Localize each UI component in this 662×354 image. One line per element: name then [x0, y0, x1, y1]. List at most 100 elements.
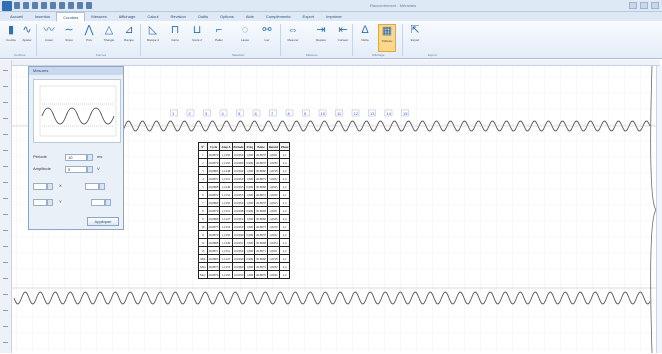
ajuster-button[interactable]: ∿ Ajuster	[18, 24, 36, 52]
x-from-input[interactable]	[33, 183, 47, 190]
tab-r-vision[interactable]: Révision	[164, 12, 191, 21]
period-spinner[interactable]	[87, 154, 93, 161]
tab-imprimer[interactable]: Imprimer	[320, 12, 348, 21]
tableau-button[interactable]: ▦ Tableau	[378, 24, 396, 52]
customize-icon[interactable]	[86, 2, 92, 9]
ribbon-button-label: Pics	[86, 38, 92, 42]
chart-icon: ▮	[7, 24, 15, 36]
x-to-spinner[interactable]	[99, 183, 105, 190]
paste-icon[interactable]	[68, 2, 74, 9]
ribbon-button-label: Lisser	[44, 38, 53, 42]
y-from-spinner[interactable]	[47, 199, 53, 206]
save-icon[interactable]	[14, 2, 20, 9]
palier-button[interactable]: ⌐ Palier	[210, 24, 228, 52]
open-icon[interactable]	[23, 2, 29, 9]
tab-export[interactable]: Export	[297, 12, 321, 21]
table-cell: 12	[198, 238, 208, 247]
marker-label[interactable]: 15	[403, 111, 408, 116]
tab-compl-ments[interactable]: Compléments	[260, 12, 297, 21]
sinus-button[interactable]: ∼ Sinus	[60, 24, 78, 52]
table-cell: 1,0022	[266, 230, 280, 239]
pics-button[interactable]: ⋀ Pics	[80, 24, 98, 52]
tab-aide[interactable]: Aide	[240, 12, 260, 21]
tab-mesures[interactable]: Mesures	[85, 12, 112, 21]
tab-affichage[interactable]: Affichage	[113, 12, 142, 21]
undo-icon[interactable]	[32, 2, 38, 9]
ruler-tick	[3, 150, 8, 151]
table-cell: 20,8069	[254, 206, 268, 215]
table-cell: 2,1	[278, 150, 291, 159]
close-button[interactable]	[651, 2, 659, 9]
redo-icon[interactable]	[41, 2, 47, 9]
y-to-spinner[interactable]	[105, 199, 111, 206]
copy-icon[interactable]	[59, 2, 65, 9]
table-row: 6 26,8872 1,1252 10,0055 1,000 20,8072 1,0020 2…	[198, 190, 291, 199]
tab-accueil[interactable]: Accueil	[4, 12, 29, 21]
table-cell: 1,1247	[219, 254, 233, 263]
amplitude-input[interactable]: 5	[65, 166, 87, 173]
table-cell: Min	[198, 254, 208, 263]
rep-re-button[interactable]: ⇥ Repère	[312, 24, 330, 52]
carr--button[interactable]: ⊓ Carré	[166, 24, 184, 52]
apply-button[interactable]: Appliquer	[87, 217, 119, 226]
rampe-button[interactable]: ⊿ Rampe	[120, 24, 138, 52]
maximize-button[interactable]	[640, 2, 648, 9]
table-row: 9 26,8866 1,1247 10,0052 1,000 20,8066 1,0026 2…	[198, 214, 291, 223]
table-row: 4 26,8871 1,1251 10,0050 1,000 20,8075 1,0022 2…	[198, 174, 291, 183]
table-cell: 1,0023	[266, 198, 280, 207]
mesurer-button[interactable]: ⇔ Mesurer	[284, 24, 302, 52]
export-button[interactable]: ⇱ Export	[406, 24, 424, 52]
x-from-spinner[interactable]	[47, 183, 53, 190]
zoom-icon[interactable]	[77, 2, 83, 9]
x-to-input[interactable]	[85, 183, 99, 190]
marker-label[interactable]: 14	[387, 111, 392, 116]
table-cell: 10,0060	[231, 262, 246, 271]
ruler-tick	[3, 102, 8, 103]
link-icon: ⚯	[262, 24, 272, 36]
lisser-button[interactable]: 〰 Lisser	[40, 24, 58, 52]
ruler-tick	[3, 342, 8, 343]
lasso-button[interactable]: ◌ Lasso	[236, 24, 254, 52]
y-from-input[interactable]	[33, 199, 47, 206]
rampe-2-button[interactable]: ◺ Rampe 2	[144, 24, 162, 52]
lasso-icon: ◌	[241, 24, 249, 36]
amplitude-spinner[interactable]	[87, 166, 93, 173]
table-cell: 1,1251	[219, 206, 233, 215]
tab-courbes[interactable]: Courbes	[56, 12, 86, 21]
app-icon[interactable]	[2, 1, 12, 11]
ribbon-group-label: Affichage	[372, 53, 385, 57]
marker-label[interactable]: 12	[354, 111, 359, 116]
table-cell: 2,1	[278, 222, 291, 231]
tab-calcul[interactable]: Calcul	[141, 12, 164, 21]
period-input[interactable]: 10	[65, 154, 87, 161]
tab-insertion[interactable]: Insertion	[29, 12, 56, 21]
ribbon-group-label: Formes	[96, 53, 107, 57]
marker-label[interactable]: 13	[370, 111, 375, 116]
minimize-button[interactable]	[629, 2, 637, 9]
tab-outils[interactable]: Outils	[192, 12, 214, 21]
table-row: 8 26,8870 1,1251 10,0048 0,999 20,8069 1,0021 2…	[198, 206, 291, 215]
tab-options[interactable]: Options	[214, 12, 240, 21]
ribbon-button-label: Lier	[264, 38, 270, 42]
marker-label[interactable]: 10	[321, 111, 326, 116]
preview-chart	[39, 85, 117, 137]
table-cell: 1,1248	[219, 166, 233, 175]
delta-button[interactable]: Δ Delta	[356, 24, 374, 52]
table-cell: 1,0019	[266, 222, 280, 231]
y-to-input[interactable]	[91, 199, 105, 206]
table-cell: 26,8873	[206, 262, 221, 271]
lier-button[interactable]: ⚯ Lier	[258, 24, 276, 52]
curseur-button[interactable]: ⇤ Curseur	[334, 24, 352, 52]
amplitude-label: Amplitude	[33, 166, 51, 171]
print-icon[interactable]	[50, 2, 56, 9]
table-cell: 20,8060	[254, 254, 268, 263]
carr-2-button[interactable]: ⊔ Carré 2	[188, 24, 206, 52]
vertical-scrollbar[interactable]	[656, 66, 662, 353]
table-cell: 1,1249	[219, 238, 233, 247]
table-row: 12 26,8868 1,1249 10,0051 1,000 20,8068 1,0024…	[198, 238, 291, 247]
ribbon-group-separator	[352, 24, 353, 56]
triangle-button[interactable]: △ Triangle	[100, 24, 118, 52]
ruler-tick	[3, 166, 8, 167]
square-icon: ⊓	[170, 24, 180, 36]
table-cell: 1,0020	[266, 190, 280, 199]
